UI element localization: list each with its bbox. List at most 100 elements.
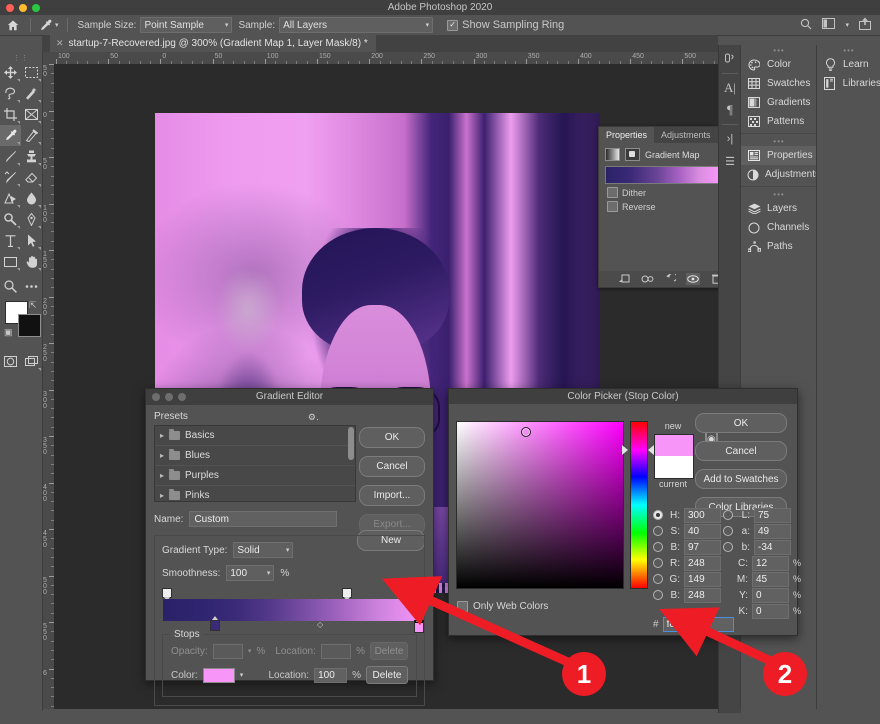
type-rail-icon[interactable]: A|	[720, 78, 740, 98]
dock-item-adjustments[interactable]: Adjustments	[741, 165, 817, 184]
smoothness-select[interactable]: 100 ▾	[226, 565, 274, 581]
chevron-right-icon[interactable]: ▸	[160, 451, 164, 460]
dock-item-layers[interactable]: Layers	[741, 199, 817, 218]
default-colors-icon[interactable]: ▣	[4, 327, 13, 338]
pen-tool-icon[interactable]	[21, 209, 42, 230]
panel-group-grip[interactable]: •••	[741, 136, 817, 146]
color-mode-radio[interactable]	[723, 542, 733, 552]
zoom-tool-icon[interactable]	[0, 276, 21, 297]
frame-tool-icon[interactable]	[21, 104, 42, 125]
marquee-tool-icon[interactable]	[21, 62, 42, 83]
share-icon[interactable]	[859, 17, 871, 33]
brush-tool-icon[interactable]	[0, 146, 21, 167]
color-value-input[interactable]: 248	[684, 556, 721, 571]
panel-menu-rail-icon[interactable]: ☰	[720, 151, 740, 171]
preset-folder-item[interactable]: ▸Blues	[155, 446, 355, 466]
gradient-strip[interactable]	[163, 599, 419, 621]
color-value-input[interactable]: 40	[684, 524, 721, 539]
color-value-input[interactable]: 248	[684, 588, 721, 603]
dock-item-color[interactable]: Color	[741, 55, 817, 74]
ok-button[interactable]: OK	[695, 413, 787, 433]
opacity-stop-start[interactable]	[162, 588, 172, 598]
dock-item-learn[interactable]: Learn	[817, 55, 880, 74]
color-delete-button[interactable]: Delete	[366, 666, 408, 684]
color-value-input[interactable]: 75	[754, 508, 791, 523]
paragraph-rail-icon[interactable]: ¶	[720, 100, 740, 120]
color-value-input[interactable]: 0	[752, 588, 789, 603]
color-stop-end[interactable]	[414, 620, 424, 633]
hand-tool-icon[interactable]	[21, 251, 42, 272]
only-web-colors-checkbox[interactable]: Only Web Colors	[457, 601, 548, 612]
color-mode-radio[interactable]	[723, 510, 733, 520]
color-mode-radio[interactable]	[653, 542, 663, 552]
color-stop-mid[interactable]	[210, 620, 220, 631]
color-value-input[interactable]: 97	[684, 540, 721, 555]
history-brush-tool-icon[interactable]	[0, 167, 21, 188]
view-previous-state-icon[interactable]	[640, 273, 654, 285]
tab-properties[interactable]: Properties	[599, 127, 654, 143]
swap-colors-icon[interactable]: ⇱	[29, 300, 37, 311]
color-picker-rail-icon[interactable]	[720, 49, 740, 69]
add-to-swatches-button[interactable]: Add to Swatches	[695, 469, 787, 489]
show-sampling-ring-checkbox[interactable]: Show Sampling Ring	[447, 19, 564, 31]
color-value-input[interactable]: -34	[754, 540, 791, 555]
blur-tool-icon[interactable]	[21, 188, 42, 209]
dock-item-channels[interactable]: Channels	[741, 218, 817, 237]
sample-select[interactable]: All Layers ▾	[279, 17, 433, 33]
color-value-input[interactable]: 0	[752, 604, 789, 619]
type-tool-icon[interactable]	[0, 230, 21, 251]
gradient-type-select[interactable]: Solid ▾	[233, 542, 293, 558]
tool-preset-chevron-icon[interactable]: ▾	[55, 21, 59, 29]
saturation-brightness-field[interactable]	[456, 421, 624, 589]
color-mode-radio[interactable]	[723, 526, 733, 536]
color-value-row[interactable]: a:49	[723, 523, 802, 539]
chevron-down-icon[interactable]: ▾	[845, 21, 849, 29]
color-value-input[interactable]: 12	[752, 556, 789, 571]
color-mode-radio[interactable]	[653, 590, 663, 600]
preset-folder-item[interactable]: ▸Pinks	[155, 486, 355, 502]
gradient-tool-icon[interactable]	[0, 188, 21, 209]
reset-icon[interactable]	[663, 273, 677, 285]
color-value-input[interactable]: 300	[684, 508, 721, 523]
gear-icon[interactable]: ⚙․	[308, 412, 319, 423]
tools-panel-grip[interactable]: ⋮⋮	[0, 54, 42, 62]
quick-selection-tool-icon[interactable]	[21, 83, 42, 104]
dodge-tool-icon[interactable]	[0, 209, 21, 230]
color-value-input[interactable]: 49	[754, 524, 791, 539]
color-value-input[interactable]: 45	[752, 572, 789, 587]
active-tool-preset[interactable]: ▾	[35, 19, 63, 32]
hex-input[interactable]: f895f8	[663, 617, 734, 632]
color-value-input[interactable]: 149	[684, 572, 721, 587]
hue-slider[interactable]	[630, 421, 648, 589]
home-icon[interactable]	[0, 15, 26, 35]
dock-item-libraries[interactable]: Libraries	[817, 74, 880, 93]
presets-scrollbar[interactable]	[348, 427, 354, 460]
cancel-button[interactable]: Cancel	[359, 456, 425, 477]
color-mode-radio[interactable]	[653, 558, 663, 568]
sample-size-select[interactable]: Point Sample ▾	[140, 17, 232, 33]
document-tab[interactable]: ✕ startup-7-Recovered.jpg @ 300% (Gradie…	[50, 35, 376, 52]
quick-mask-icon[interactable]	[0, 351, 21, 372]
current-color-swatch[interactable]	[655, 456, 693, 478]
move-tool-icon[interactable]	[0, 62, 21, 83]
dock-item-patterns[interactable]: Patterns	[741, 112, 817, 131]
screen-mode-icon[interactable]	[21, 351, 42, 372]
toggle-visibility-icon[interactable]	[686, 273, 700, 285]
search-icon[interactable]	[800, 18, 812, 33]
tab-adjustments[interactable]: Adjustments	[654, 127, 718, 143]
color-stop-swatch[interactable]	[203, 668, 235, 683]
gradient-preview[interactable]	[605, 166, 719, 184]
chevron-right-icon[interactable]: ▸	[160, 471, 164, 480]
color-location-input[interactable]: 100	[314, 668, 347, 683]
background-color-swatch[interactable]	[18, 314, 41, 337]
eyedropper-tool-icon[interactable]	[0, 125, 21, 146]
import-button[interactable]: Import...	[359, 485, 425, 506]
cmyk-value-row[interactable]: Y:0%	[723, 587, 802, 603]
panel-group-grip[interactable]: •••	[817, 45, 880, 55]
preset-folder-item[interactable]: ▸Basics	[155, 426, 355, 446]
chevron-right-icon[interactable]: ▸	[160, 491, 164, 500]
opacity-stop-end[interactable]	[342, 588, 352, 598]
dock-item-swatches[interactable]: Swatches	[741, 74, 817, 93]
gradient-strip-editor[interactable]: ◇	[162, 588, 417, 628]
color-mode-radio[interactable]	[653, 574, 663, 584]
